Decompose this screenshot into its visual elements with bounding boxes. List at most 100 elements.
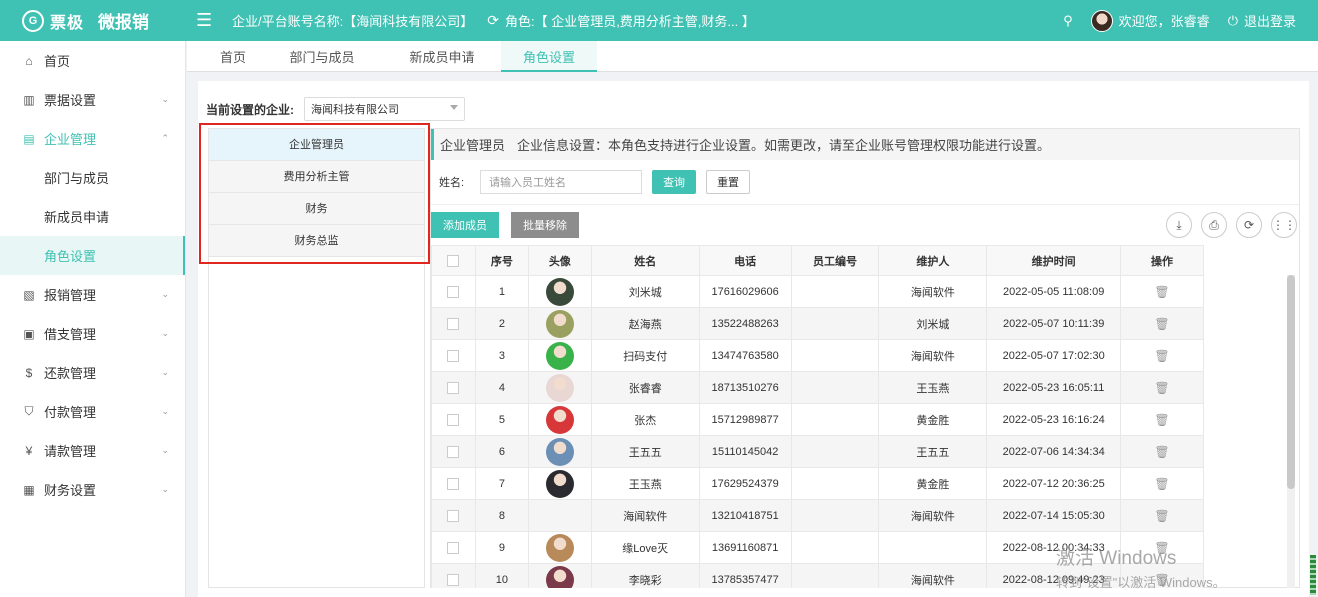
table-row[interactable]: 8 海闻软件 13210418751 海闻软件 2022-07-14 15:05:30 🗑 xyxy=(431,499,1204,532)
row-number: 9 xyxy=(474,531,529,564)
table-row[interactable]: 7 王玉燕 17629524379 黄金胜 2022-07-12 20:36:25 🗑 xyxy=(431,467,1204,500)
vertical-scrollbar[interactable] xyxy=(1287,275,1295,588)
row-employee-id xyxy=(790,403,880,436)
highlight-box xyxy=(199,123,430,264)
row-number: 5 xyxy=(474,403,529,436)
row-actions: 🗑 xyxy=(1120,371,1204,404)
refresh-icon[interactable]: ⟳ xyxy=(1236,212,1262,238)
row-checkbox[interactable] xyxy=(447,541,460,554)
row-avatar-cell xyxy=(527,499,592,532)
user-menu[interactable]: 欢迎您，张睿睿 xyxy=(1090,9,1210,32)
sidebar-item-reimbursement[interactable]: ▧ 报销管理 ⌄ xyxy=(0,275,185,314)
sidebar-item-label: 请款管理 xyxy=(44,444,97,459)
delete-icon[interactable]: 🗑 xyxy=(1154,317,1169,331)
scrollbar-thumb[interactable] xyxy=(1287,275,1295,489)
row-checkbox[interactable] xyxy=(447,413,460,426)
reset-button[interactable]: 重置 xyxy=(706,170,751,194)
sidebar-item-label: 部门与成员 xyxy=(44,171,110,186)
sidebar-item-new-member[interactable]: 新成员申请 xyxy=(0,197,185,236)
sidebar-item-loan[interactable]: ▣ 借支管理 ⌄ xyxy=(0,314,185,353)
download-icon[interactable]: ⤓ xyxy=(1166,212,1192,238)
row-checkbox[interactable] xyxy=(447,509,460,522)
row-maintainer: 海闻软件 xyxy=(878,275,988,308)
table-row[interactable]: 6 王五五 15110145042 王五五 2022-07-06 14:34:34 🗑 xyxy=(431,435,1204,468)
switch-role-icon[interactable]: ⟳ xyxy=(487,12,499,29)
delete-icon[interactable]: 🗑 xyxy=(1154,349,1169,363)
sidebar-item-enterprise[interactable]: ▤ 企业管理 ⌃ xyxy=(0,119,185,158)
row-checkbox[interactable] xyxy=(447,317,460,330)
tab-new-member[interactable]: 新成员申请 xyxy=(383,41,501,72)
table-row[interactable]: 4 张睿睿 18713510276 王玉燕 2022-05-23 16:05:11 🗑 xyxy=(431,371,1204,404)
row-number: 7 xyxy=(474,467,529,500)
row-checkbox[interactable] xyxy=(447,573,460,586)
sidebar-item-request[interactable]: ¥ 请款管理 ⌄ xyxy=(0,431,185,470)
delete-icon[interactable]: 🗑 xyxy=(1154,413,1169,427)
menu-toggle-icon[interactable]: ☰ xyxy=(196,10,226,31)
col-header: 操作 xyxy=(1120,245,1204,276)
delete-icon[interactable]: 🗑 xyxy=(1154,573,1169,587)
sidebar-item-finance[interactable]: ▦ 财务设置 ⌄ xyxy=(0,470,185,509)
delete-icon[interactable]: 🗑 xyxy=(1154,381,1169,395)
enterprise-select[interactable]: 海闻科技有限公司 xyxy=(304,97,465,121)
select-all-checkbox[interactable] xyxy=(447,254,460,267)
row-checkbox[interactable] xyxy=(447,285,460,298)
row-maintain-time: 2022-08-12 09:49:23 xyxy=(986,563,1122,588)
row-select-cell xyxy=(431,435,476,468)
row-employee-id xyxy=(790,435,880,468)
row-phone: 17629524379 xyxy=(698,467,792,500)
row-checkbox[interactable] xyxy=(447,381,460,394)
table-row[interactable]: 1 刘米城 17616029606 海闻软件 2022-05-05 11:08:09 🗑 xyxy=(431,275,1204,308)
delete-icon[interactable]: 🗑 xyxy=(1154,509,1169,523)
tab-role-settings[interactable]: 角色设置 xyxy=(501,41,597,72)
row-checkbox[interactable] xyxy=(447,445,460,458)
table-row[interactable]: 5 张杰 15712989877 黄金胜 2022-05-23 16:16:24 🗑 xyxy=(431,403,1204,436)
columns-icon[interactable]: ⋮⋮ xyxy=(1271,212,1297,238)
role-members-panel: 企业管理员 企业信息设置：本角色支持进行企业设置。如需更改，请至企业账号管理权限… xyxy=(430,128,1300,588)
table-row[interactable]: 9 缘Love灭 13691160871 2022-08-12 00:34:33 🗑 xyxy=(431,531,1204,564)
table-row[interactable]: 3 扫码支付 13474763580 海闻软件 2022-05-07 17:02:30 🗑 xyxy=(431,339,1204,372)
row-avatar-cell xyxy=(527,339,592,372)
row-select-cell xyxy=(431,371,476,404)
sidebar-item-role-settings[interactable]: 角色设置 xyxy=(0,236,185,275)
query-button[interactable]: 查询 xyxy=(652,170,697,194)
welcome-text: 欢迎您，张睿睿 xyxy=(1118,14,1210,29)
add-member-button[interactable]: 添加成员 xyxy=(431,212,499,238)
delete-icon[interactable]: 🗑 xyxy=(1154,285,1169,299)
sidebar-item-label: 角色设置 xyxy=(44,249,97,264)
delete-icon[interactable]: 🗑 xyxy=(1154,445,1169,459)
row-actions: 🗑 xyxy=(1120,275,1204,308)
search-icon[interactable]: ⚲ xyxy=(1063,13,1073,29)
sidebar: ⌂ 首页 ▥ 票据设置 ⌄ ▤ 企业管理 ⌃ 部门与成员 新成员申请 角色设置 … xyxy=(0,41,186,597)
row-phone: 13522488263 xyxy=(698,307,792,340)
row-number: 10 xyxy=(474,563,529,588)
sidebar-item-label: 财务设置 xyxy=(44,483,97,498)
tab-bar: 首页 部门与成员 新成员申请 角色设置 xyxy=(187,41,1318,72)
logo[interactable]: G 票极 微报销 xyxy=(0,8,186,33)
table-row[interactable]: 10 李晓彩 13785357477 海闻软件 2022-08-12 09:49:23 🗑 xyxy=(431,563,1204,588)
row-checkbox[interactable] xyxy=(447,349,460,362)
row-number: 8 xyxy=(474,499,529,532)
role-info[interactable]: 角色:【 企业管理员,费用分析主管,财务... 】 xyxy=(505,11,755,30)
sidebar-item-payment[interactable]: ⛉ 付款管理 ⌄ xyxy=(0,392,185,431)
tab-home[interactable]: 首页 xyxy=(205,41,261,72)
table-row[interactable]: 2 赵海燕 13522488263 刘米城 2022-05-07 10:11:39 🗑 xyxy=(431,307,1204,340)
row-name: 刘米城 xyxy=(590,275,700,308)
logout-icon: ⏻ xyxy=(1227,12,1238,28)
current-role-name: 企业管理员 xyxy=(440,138,506,153)
row-number: 6 xyxy=(474,435,529,468)
row-checkbox[interactable] xyxy=(447,477,460,490)
tab-departments[interactable]: 部门与成员 xyxy=(261,41,383,72)
name-search-input[interactable]: 请输入员工姓名 xyxy=(480,170,643,194)
doc-icon: ▣ xyxy=(23,326,35,341)
batch-remove-button[interactable]: 批量移除 xyxy=(511,212,579,238)
sidebar-item-repayment[interactable]: $ 还款管理 ⌄ xyxy=(0,353,185,392)
sidebar-item-invoice-settings[interactable]: ▥ 票据设置 ⌄ xyxy=(0,80,185,119)
print-icon[interactable]: ⎙ xyxy=(1201,212,1227,238)
row-maintain-time: 2022-07-06 14:34:34 xyxy=(986,435,1122,468)
delete-icon[interactable]: 🗑 xyxy=(1154,541,1169,555)
logout-button[interactable]: ⏻ 退出登录 xyxy=(1228,11,1296,30)
sidebar-item-home[interactable]: ⌂ 首页 xyxy=(0,41,185,80)
delete-icon[interactable]: 🗑 xyxy=(1154,477,1169,491)
sidebar-item-departments[interactable]: 部门与成员 xyxy=(0,158,185,197)
row-name: 缘Love灭 xyxy=(590,531,700,564)
